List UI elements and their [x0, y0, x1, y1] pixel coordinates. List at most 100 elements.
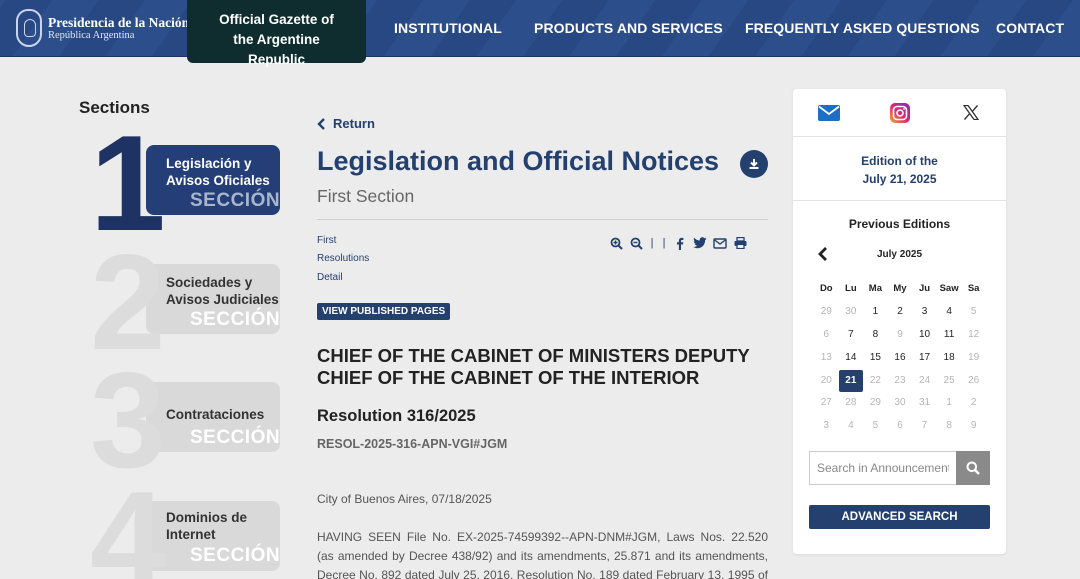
calendar-weekday: Ma — [868, 283, 882, 295]
calendar-day: 5 — [872, 420, 879, 432]
calendar-day[interactable]: 15 — [863, 347, 888, 369]
calendar-day: 28 — [845, 397, 857, 409]
nav-contact[interactable]: CONTACT — [996, 20, 1064, 36]
return-label: Return — [333, 116, 375, 131]
section-4-label-line2: Internet — [166, 527, 216, 542]
calendar-day[interactable]: 17 — [912, 347, 937, 369]
calendar-day: 3 — [823, 420, 830, 432]
view-published-pages-button[interactable]: VIEW PUBLISHED PAGES — [317, 303, 451, 320]
calendar-day[interactable]: 18 — [937, 347, 962, 369]
search-button[interactable] — [956, 451, 990, 485]
calendar-day[interactable]: 16 — [888, 347, 913, 369]
advanced-search-button[interactable]: ADVANCED SEARCH — [809, 505, 990, 529]
instagram-icon[interactable] — [864, 89, 935, 136]
coat-of-arms-icon — [16, 9, 42, 47]
facebook-icon[interactable] — [670, 235, 690, 251]
calendar-weekday: My — [893, 283, 907, 295]
zoom-out-icon[interactable] — [626, 235, 646, 251]
calendar-day[interactable]: 3 — [912, 301, 937, 323]
calendar-day: 29 — [820, 306, 832, 318]
calendar-day: 4 — [848, 420, 854, 432]
zoom-in-icon[interactable] — [606, 235, 626, 251]
nav-products-and-services[interactable]: PRODUCTS AND SERVICES — [534, 20, 723, 36]
calendar-day: 31 — [918, 397, 931, 409]
calendar-day: 27 — [820, 397, 832, 409]
calendar-month: July 2025 — [876, 249, 923, 260]
download-button[interactable] — [740, 150, 768, 178]
calendar-day[interactable]: 10 — [912, 324, 937, 346]
calendar-weekday: Do — [819, 283, 833, 295]
edition-label: Edition of the — [861, 154, 938, 168]
calendar-day: 20 — [820, 374, 832, 386]
calendar-day[interactable]: 7 — [839, 324, 864, 346]
calendar-week-row: 3 4 5 6 7 8 9 — [814, 415, 986, 438]
calendar-day[interactable]: 4 — [937, 301, 962, 323]
section-1-card[interactable]: 1 Legislación y Avisos Oficiales SECCIÓN — [90, 115, 282, 251]
official-gazette-tab[interactable]: Official Gazette of the Argentine Republ… — [187, 0, 366, 67]
title-divider — [317, 219, 768, 220]
breadcrumb-resolutions[interactable]: Resolutions — [317, 253, 369, 264]
email-icon[interactable] — [793, 89, 864, 136]
toolbar-separator: | — [662, 237, 666, 249]
calendar-week-row: 20 21 22 23 24 25 26 — [814, 369, 986, 392]
previous-editions-heading: Previous Editions — [848, 217, 951, 231]
calendar-day: 8 — [946, 420, 952, 432]
calendar-day: 19 — [968, 351, 980, 363]
calendar-day: 13 — [820, 351, 832, 363]
x-icon[interactable] — [935, 89, 1006, 136]
calendar-week-row: 29 30 1 2 3 4 5 — [814, 301, 986, 324]
section-4-card[interactable]: 4 Dominios de Internet SECCIÓN — [90, 471, 282, 579]
page-title: Legislation and Official Notices — [317, 146, 720, 176]
calendar-day: 1 — [946, 397, 952, 409]
calendar-day: 9 — [970, 420, 977, 432]
email-icon[interactable] — [710, 235, 730, 251]
official-gazette-label: Official Gazette of the Argentine Republ… — [219, 12, 334, 67]
breadcrumb-detail[interactable]: Detail — [317, 272, 343, 283]
calendar-day: 26 — [968, 374, 980, 386]
section-3-label-line1: Contrataciones — [166, 407, 265, 422]
twitter-icon[interactable] — [690, 235, 710, 251]
nav-faq[interactable]: FREQUENTLY ASKED QUESTIONS — [745, 20, 980, 36]
search-input[interactable] — [809, 451, 956, 485]
calendar-day: 9 — [897, 328, 903, 340]
section-2-tag: SECCIÓN — [190, 309, 281, 330]
print-icon[interactable] — [730, 235, 750, 251]
nav-institutional[interactable]: INSTITUTIONAL — [394, 20, 502, 36]
section-3-tag: SECCIÓN — [190, 427, 281, 448]
calendar-day: 25 — [943, 374, 955, 386]
return-link[interactable]: Return — [317, 116, 375, 131]
download-icon — [749, 159, 759, 169]
calendar-day-selected[interactable]: 21 — [838, 369, 864, 392]
calendar-weekday: Lu — [845, 283, 857, 295]
calendar-day: 29 — [869, 397, 881, 409]
section-1-tag: SECCIÓN — [190, 190, 281, 211]
chevron-left-icon — [317, 117, 325, 130]
calendar-day: 7 — [921, 420, 928, 432]
section-2-card[interactable]: 2 Sociedades y Avisos Judiciales SECCIÓN — [90, 234, 282, 370]
calendar-day[interactable]: 1 — [863, 301, 888, 323]
section-3-card[interactable]: 3 Contrataciones SECCIÓN — [90, 352, 282, 488]
calendar-day[interactable]: 8 — [863, 324, 888, 346]
calendar-day: 5 — [970, 306, 977, 318]
document-toolbar: | | — [606, 235, 750, 251]
calendar-week-row: 13 14 15 16 17 18 19 — [814, 346, 986, 369]
resolution-code: RESOL-2025-316-APN-VGI#JGM — [317, 437, 508, 451]
page-subtitle: First Section — [317, 186, 415, 206]
section-2-label-line1: Sociedades y — [166, 275, 253, 290]
section-4-number: 4 — [90, 463, 166, 579]
presidency-logo[interactable]: Presidencia de la Nación República Argen… — [16, 9, 189, 47]
edition-date: July 21, 2025 — [862, 172, 937, 186]
breadcrumb-first[interactable]: First — [317, 235, 336, 246]
calendar-day: 12 — [968, 328, 980, 340]
announcement-search — [809, 451, 990, 485]
calendar-day[interactable]: 11 — [937, 324, 962, 346]
calendar-day[interactable]: 14 — [839, 347, 864, 369]
calendar-day[interactable]: 2 — [888, 301, 913, 323]
section-1-label-line2: Avisos Oficiales — [166, 173, 270, 188]
calendar-week-row: 27 28 29 30 31 1 2 — [814, 392, 986, 415]
resolution-title: Resolution 316/2025 — [317, 407, 476, 425]
current-edition[interactable]: Edition of the July 21, 2025 — [793, 152, 1006, 188]
calendar-day: 30 — [894, 397, 906, 409]
section-2-label-line2: Avisos Judiciales — [166, 292, 279, 307]
section-4-label-line1: Dominios de — [166, 510, 248, 525]
